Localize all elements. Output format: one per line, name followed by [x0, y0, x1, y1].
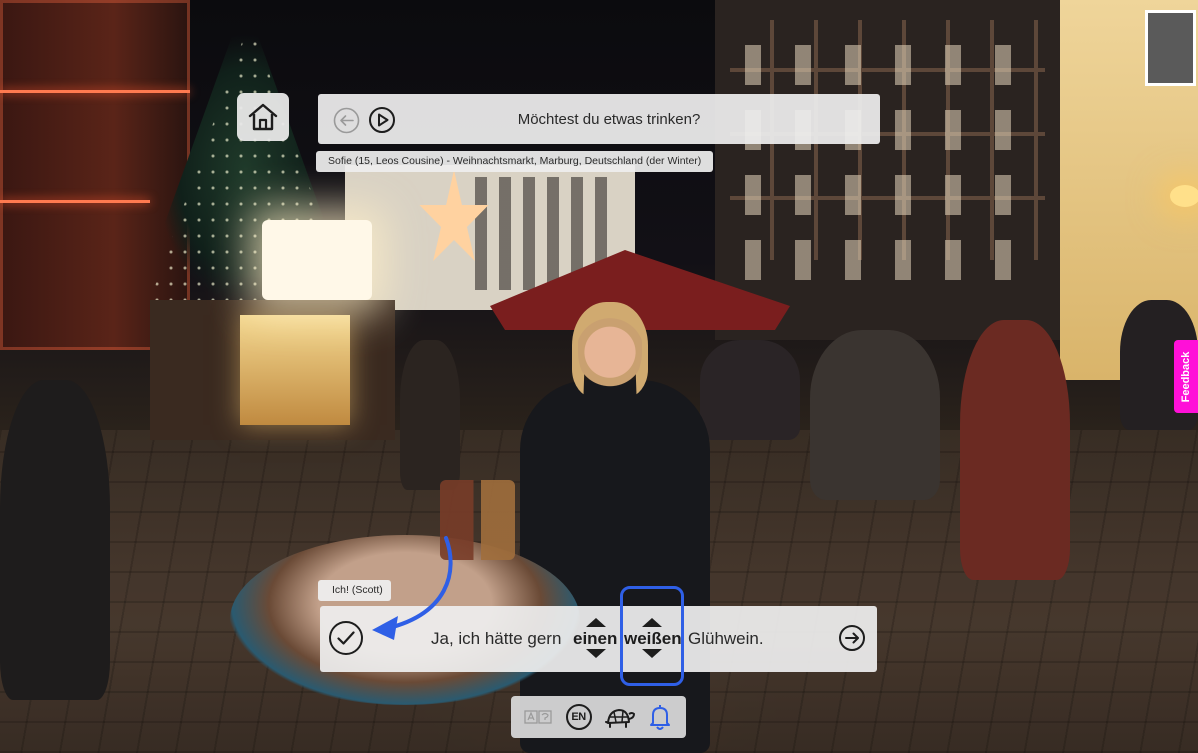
crowd: [0, 380, 110, 700]
home-icon: [248, 103, 278, 131]
half-timbered-building: [715, 0, 1060, 340]
bell-icon: [650, 705, 670, 730]
font-size-icon: [524, 710, 552, 724]
turtle-icon: [605, 709, 636, 728]
answer-choice-word-1[interactable]: einen: [573, 627, 617, 651]
check-circle-icon: [329, 621, 363, 655]
crowd: [700, 340, 800, 440]
character-head: [578, 306, 642, 390]
market-stall: [150, 300, 395, 440]
notifications-button[interactable]: [647, 704, 673, 730]
tutorial-arrow-icon: [372, 536, 453, 640]
home-button[interactable]: [237, 93, 289, 141]
answer-suffix: Glühwein.: [688, 629, 764, 648]
tutorial-highlight-box: [620, 586, 684, 686]
language-toggle-button[interactable]: EN: [565, 704, 592, 730]
slow-audio-button[interactable]: [604, 704, 636, 730]
crowd: [960, 320, 1070, 580]
font-size-button[interactable]: [523, 704, 553, 730]
feedback-tab[interactable]: Feedback: [1174, 340, 1198, 413]
submit-answer-button[interactable]: [328, 620, 364, 656]
speaker-label: Sofie (15, Leos Cousine) - Weihnachtsmar…: [316, 151, 714, 172]
feedback-label: Feedback: [1180, 351, 1192, 402]
prompt-text: Möchtest du etwas trinken?: [517, 111, 701, 128]
arrow-right-circle-icon: [839, 625, 865, 651]
next-button[interactable]: [838, 624, 866, 652]
crowd: [400, 340, 460, 490]
lit-gift-box: [262, 220, 372, 300]
crowd: [810, 330, 940, 500]
language-badge: EN: [565, 704, 592, 730]
